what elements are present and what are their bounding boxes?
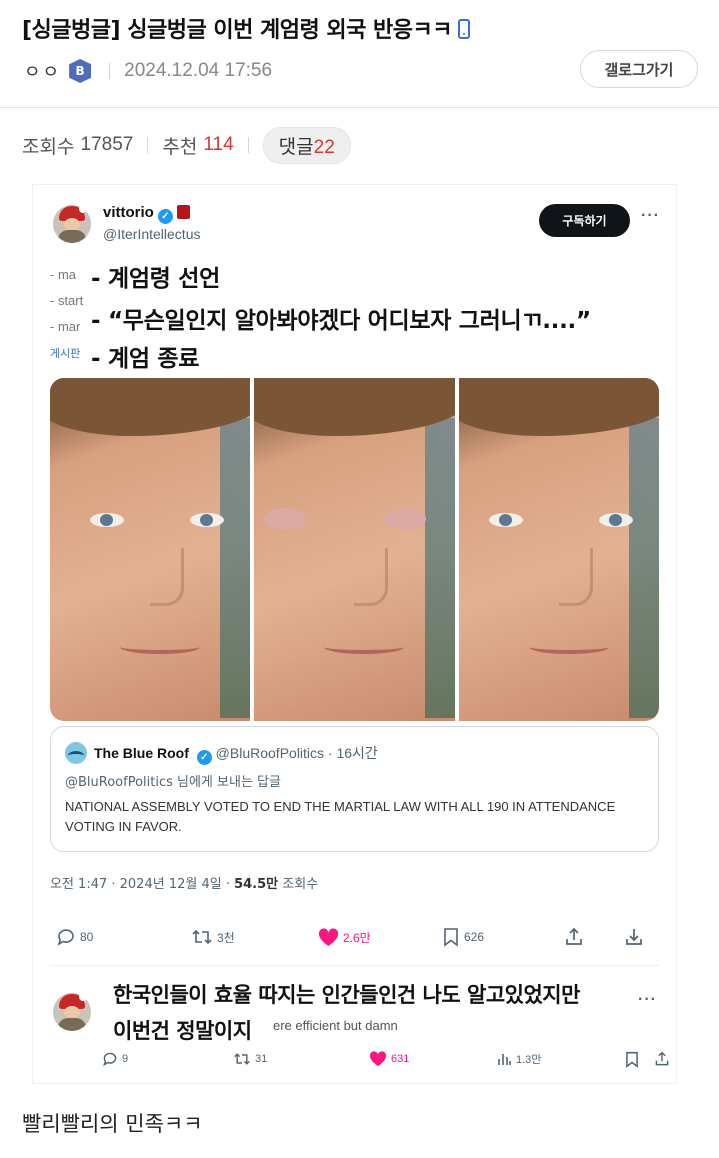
quoted-tweet: The Blue Roof ✓ @BluRoofPolitics · 16시간 … [50,726,659,852]
share-icon [655,1051,669,1066]
stats-divider [147,137,149,153]
retweet-action: 31 [233,1047,267,1071]
post-date: 2024.12.04 17:56 [124,60,273,81]
post-header: [싱글벙글] 싱글벙글 이번 계엄령 외국 반응ㅋㅋ ㅇㅇ B 2024.12.… [0,0,719,108]
tweet-timestamp: 오전 1:47 · 2024년 12월 4일 · 54.5만 조회수 [50,873,318,892]
post-title-text: [싱글벙글] 싱글벙글 이번 계엄령 외국 반응ㅋㅋ [22,18,452,43]
more-icon: ··· [638,991,657,1008]
views-action: 1.3만 [496,1047,541,1071]
tweet-timestamp-text: 오전 1:47 · 2024년 12월 4일 · [50,877,235,892]
ghost-text: ere efficient but damn [273,1018,398,1033]
reply-action: 80 [56,923,93,951]
more-icon: ··· [641,207,660,224]
share-action [654,1047,674,1071]
quoted-text: NATIONAL ASSEMBLY VOTED TO END THE MARTI… [65,799,616,834]
bookmark-icon [626,1051,638,1068]
views-label: 조회수 [22,135,75,158]
meme-panel-eyes-open [50,378,251,721]
reply-count: 9 [122,1053,129,1065]
retweet-count: 3천 [217,930,235,945]
like-count: 631 [391,1053,410,1065]
quoted-reply-to: @BluRoofPolitics 님에게 보내는 답글 [65,775,281,790]
reply-action: 9 [102,1047,128,1071]
tweet-views-count: 54.5만 [234,877,279,892]
post-stats: 조회수 17857 추천 114 댓글22 [22,126,351,164]
comments-count: 22 [313,136,335,158]
reply-count: 80 [80,930,94,944]
meta-divider [109,63,111,79]
tweet-author-name-text: vittorio [103,204,154,221]
meme-panel-eyes-squint [458,378,659,721]
ghost-text: - ma [50,267,76,282]
overlay-text-line: - 계엄령 선언 [91,266,220,292]
ghost-text: 게시판 [50,348,81,360]
download-icon [626,929,642,945]
overlay-text-line: - “무슨일인지 알아봐야겠다 어디보자 그러니ㄲ....” [91,308,591,334]
blue-roof-logo-icon [65,742,87,764]
analytics-icon [498,1054,511,1065]
tweet-actions: 80 3천 2.6만 626 [50,923,659,951]
views-count: 1.3만 [516,1054,542,1066]
meme-panel-eyes-closed [254,378,455,721]
verified-icon: ✓ [157,209,173,224]
bookmark-count: 626 [464,930,485,944]
reply-overlay-text-line: 이번건 정말이지 [113,1019,252,1043]
recommend-count: 114 [203,134,234,155]
comments-label: 댓글 [278,135,314,158]
share-icon [566,927,582,945]
retweet-count: 31 [255,1053,268,1065]
comments-button[interactable]: 댓글22 [262,126,351,164]
retweet-icon [192,929,212,945]
heart-icon [369,1051,387,1067]
tweet-author-handle: @IterIntellectus [103,226,201,242]
tweet-divider [50,965,659,966]
like-action: 631 [369,1047,409,1071]
reply-icon [103,1052,117,1067]
avatar [53,993,91,1031]
bookmark-action [624,1047,644,1071]
share-action [564,923,588,951]
views-count: 17857 [80,134,134,155]
post-title: [싱글벙글] 싱글벙글 이번 계엄령 외국 반응ㅋㅋ [22,12,470,44]
reply-tweet-actions: 9 31 631 1.3만 [50,1047,669,1071]
stats-divider [247,137,249,153]
retweet-icon [234,1053,250,1065]
heart-icon [318,927,339,946]
verified-icon: ✓ [196,750,212,765]
post-meta: ㅇㅇ B 2024.12.04 17:56 [24,58,272,84]
subscribe-button: 구독하기 [539,204,630,237]
tweet-author-name: vittorio ✓ [103,204,190,224]
like-count: 2.6만 [343,930,371,945]
tweet-views-label: 조회수 [278,877,319,892]
download-action [624,923,648,951]
affiliation-badge-icon [176,205,190,219]
post-body-text: 빨리빨리의 민족ㅋㅋ [22,1112,203,1136]
ghost-text: - mar [50,319,81,334]
recommend-label: 추천 [162,135,198,158]
mobile-phone-icon [457,19,470,39]
quoted-author-name: The Blue Roof [94,745,189,761]
user-level-badge-icon: B [69,59,92,83]
gallog-button[interactable]: 갤로그가기 [580,50,698,88]
author-name[interactable]: ㅇㅇ [24,58,61,84]
meme-image [50,378,659,721]
embedded-screenshot: vittorio ✓ @IterIntellectus 구독하기 ··· - ma… [32,184,677,1084]
retweet-action: 3천 [191,923,235,951]
bookmark-action: 626 [442,923,484,951]
quoted-author: The Blue Roof ✓ @BluRoofPolitics · 16시간 [94,743,378,765]
reply-overlay-text-line: 한국인들이 효율 따지는 인간들인건 나도 알고있었지만 [113,983,580,1007]
reply-icon [57,929,74,946]
avatar [53,205,91,243]
bookmark-icon [444,928,458,947]
quoted-handle: @BluRoofPolitics · 16시간 [215,745,378,761]
like-action: 2.6만 [318,923,371,951]
overlay-text-line: - 계엄 종료 [91,346,200,372]
